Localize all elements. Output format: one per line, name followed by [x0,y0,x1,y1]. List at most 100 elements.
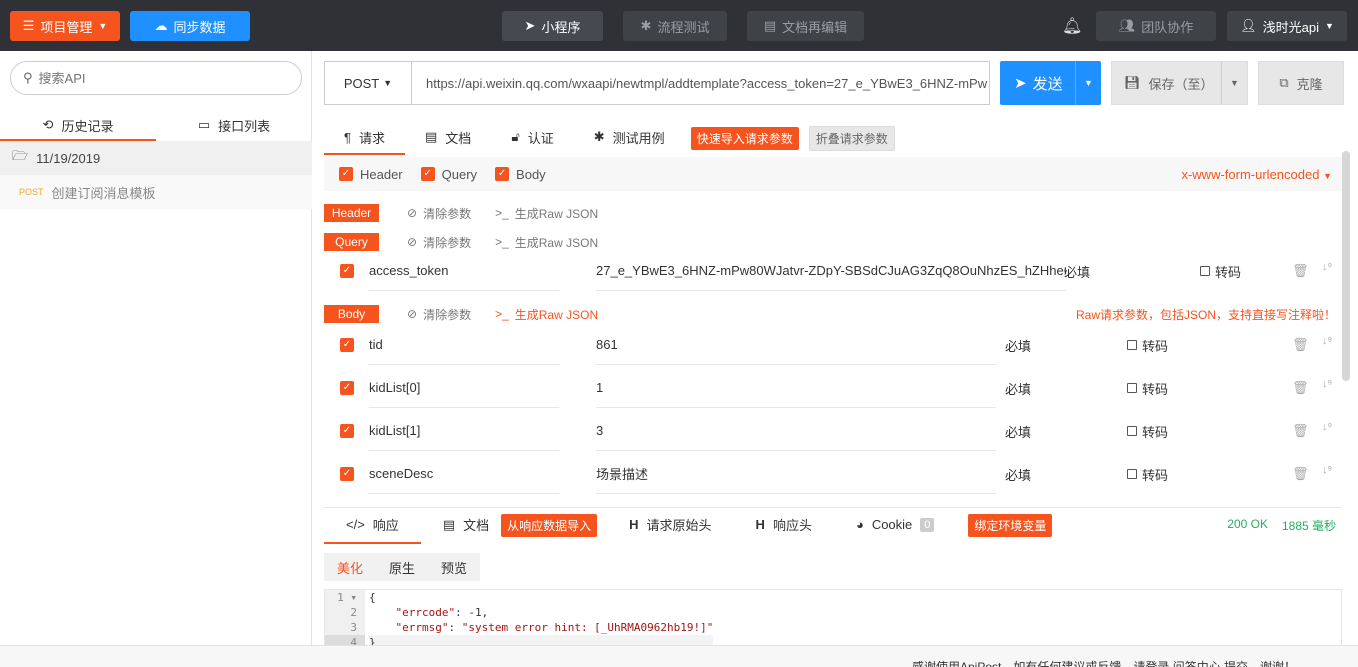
param-value-input[interactable]: 1 [596,368,996,408]
collapse-params-button[interactable]: 折叠请求参数 [808,125,895,151]
param-required-label[interactable]: 必填 [1005,368,1031,408]
quick-import-button[interactable]: 快速导入请求参数 [690,126,799,150]
line-gutter: 1 ▾ 2 3 4 [325,590,365,648]
trash-icon[interactable]: 🗑︎ [1292,337,1309,353]
tab-request[interactable]: ¶ 请求 [324,121,405,155]
miniapp-button[interactable]: ➤ 小程序 [502,11,603,41]
method-select[interactable]: POST ▼ [325,62,412,104]
body-toggle[interactable]: ✓ Body [495,167,546,182]
sort-icon[interactable]: ↓⁹ [1322,378,1332,390]
encoding-select[interactable]: x-www-form-urlencoded ▼ [1181,167,1332,182]
param-value-input[interactable]: 861 [596,325,996,365]
cookie-icon: ◕ [855,517,864,532]
param-encode-toggle[interactable]: 转码 [1200,251,1241,291]
param-key-input[interactable]: kidList[0] [369,368,559,408]
param-required-label[interactable]: 必填 [1005,411,1031,451]
trash-icon[interactable]: 🗑︎ [1292,466,1309,482]
param-required-label[interactable]: 必填 [1064,251,1090,291]
line-number: 3 [350,621,357,634]
sort-icon[interactable]: ↓⁹ [1322,464,1332,476]
history-date-group[interactable]: 🗁︎ 11/19/2019 [0,141,312,175]
param-key-input[interactable]: kidList[1] [369,411,559,451]
param-key-input[interactable]: sceneDesc [369,454,559,494]
send-button[interactable]: ➤ 发送 ▼ [1000,61,1101,105]
api-title: 创建订阅消息模板 [51,185,156,201]
param-key-input[interactable]: tid [369,325,559,365]
header-icon: H [629,517,639,532]
url-input[interactable]: https://api.weixin.qq.com/wxaapi/newtmpl… [412,62,989,104]
sort-icon[interactable]: ↓⁹ [1322,335,1332,347]
method-badge: POST [19,187,44,197]
response-time: 1885 毫秒 [1281,519,1336,533]
search-input[interactable] [38,70,279,86]
import-from-response-button[interactable]: 从响应数据导入 [501,514,598,537]
scrollbar[interactable] [1342,151,1350,381]
line-number: 2 [350,606,357,619]
tab-pretty[interactable]: 美化 [324,553,376,581]
query-toggle[interactable]: ✓ Query [420,167,477,182]
header-raw-json-button[interactable]: >_ 生成Raw JSON [495,205,598,222]
clone-button[interactable]: ⧉ 克隆 [1258,61,1344,105]
clear-query-button[interactable]: ⊘ 清除参数 [407,234,471,251]
param-value-input[interactable]: 3 [596,411,996,451]
tab-history[interactable]: ⟲ 历史记录 [0,111,156,141]
tab-raw-request-headers[interactable]: H 请求原始头 [607,508,733,544]
param-encode-toggle[interactable]: 转码 [1127,411,1168,451]
tab-doc[interactable]: ▤ 文档 [405,121,491,155]
save-dropdown-toggle[interactable]: ▼ [1221,62,1247,104]
tab-test-cases[interactable]: ✱ 测试用例 [574,121,685,155]
query-raw-json-button[interactable]: >_ 生成Raw JSON [495,234,598,251]
param-enabled-checkbox[interactable]: ✓ [340,424,354,438]
clear-body-button[interactable]: ⊘ 清除参数 [407,306,471,323]
paper-plane-icon: ➤ [1014,75,1027,92]
ban-icon: ⊘ [407,206,418,220]
param-value-input[interactable]: 27_e_YBwE3_6HNZ-mPw80WJatvr-ZDpY-SBSdCJu… [596,251,1066,291]
caret-down-icon: ▼ [1323,170,1332,181]
table-row: ✓ kidList[0] 1 必填 转码 🗑︎ ↓⁹ [324,368,1342,408]
tab-api-list[interactable]: ▭ 接口列表 [156,111,312,141]
trash-icon[interactable]: 🗑︎ [1292,263,1309,279]
caret-down-icon: ▼ [98,21,108,31]
tab-raw[interactable]: 原生 [376,553,428,581]
param-encode-toggle[interactable]: 转码 [1127,368,1168,408]
header-toggle[interactable]: ✓ Header [339,167,403,182]
tab-response[interactable]: </> 响应 [324,508,421,544]
trash-icon[interactable]: 🗑︎ [1292,423,1309,439]
param-enabled-checkbox[interactable]: ✓ [340,264,354,278]
param-section-toggles: ✓ Header ✓ Query ✓ Body x-www-form-urlencod… [324,157,1342,191]
flow-test-button[interactable]: ✱ 流程测试 [623,11,727,41]
param-encode-toggle[interactable]: 转码 [1127,325,1168,365]
sync-button[interactable]: ☁ 同步数据 [130,11,250,41]
send-dropdown-toggle[interactable]: ▼ [1075,61,1101,105]
clear-header-button[interactable]: ⊘ 清除参数 [407,205,471,222]
tab-cookie[interactable]: ◕ Cookie 0 [834,508,956,544]
param-enabled-checkbox[interactable]: ✓ [340,467,354,481]
doc-edit-button[interactable]: ▤ 文档再编辑 [747,11,864,41]
tab-response-doc[interactable]: ▤ 文档 [421,508,511,544]
save-button[interactable]: 💾︎ 保存（至） ▼ [1111,61,1248,105]
param-enabled-checkbox[interactable]: ✓ [340,381,354,395]
param-encode-toggle[interactable]: 转码 [1127,454,1168,494]
bell-icon[interactable]: 🔔︎ [1062,16,1082,36]
list-item[interactable]: POST 创建订阅消息模板 [0,175,312,209]
sort-icon[interactable]: ↓⁹ [1322,261,1332,273]
response-code-editor[interactable]: 1 ▾ 2 3 4 { "errcode": -1, "errmsg": "sy… [324,589,1342,649]
param-required-label[interactable]: 必填 [1005,454,1031,494]
user-menu-button[interactable]: 👤︎ 浅时光api ▼ [1227,11,1347,41]
project-menu-button[interactable]: ☰ 项目管理 ▼ [10,11,120,41]
tab-preview[interactable]: 预览 [428,553,480,581]
team-button[interactable]: 👥︎ 团队协作 [1096,11,1216,41]
bind-env-button[interactable]: 绑定环境变量 [968,514,1053,537]
paragraph-icon: ¶ [344,129,351,145]
param-enabled-checkbox[interactable]: ✓ [340,338,354,352]
checkbox-icon [1127,426,1137,436]
tab-auth[interactable]: 🔓︎ 认证 [491,121,573,155]
param-required-label[interactable]: 必填 [1005,325,1031,365]
sort-icon[interactable]: ↓⁹ [1322,421,1332,433]
trash-icon[interactable]: 🗑︎ [1292,380,1309,396]
tab-response-headers[interactable]: H 响应头 [734,508,834,544]
param-key-input[interactable]: access_token [369,251,559,291]
param-value-input[interactable]: 场景描述 [596,454,996,494]
checkbox-icon [1127,469,1137,479]
body-raw-json-button[interactable]: >_ 生成Raw JSON [495,306,598,323]
